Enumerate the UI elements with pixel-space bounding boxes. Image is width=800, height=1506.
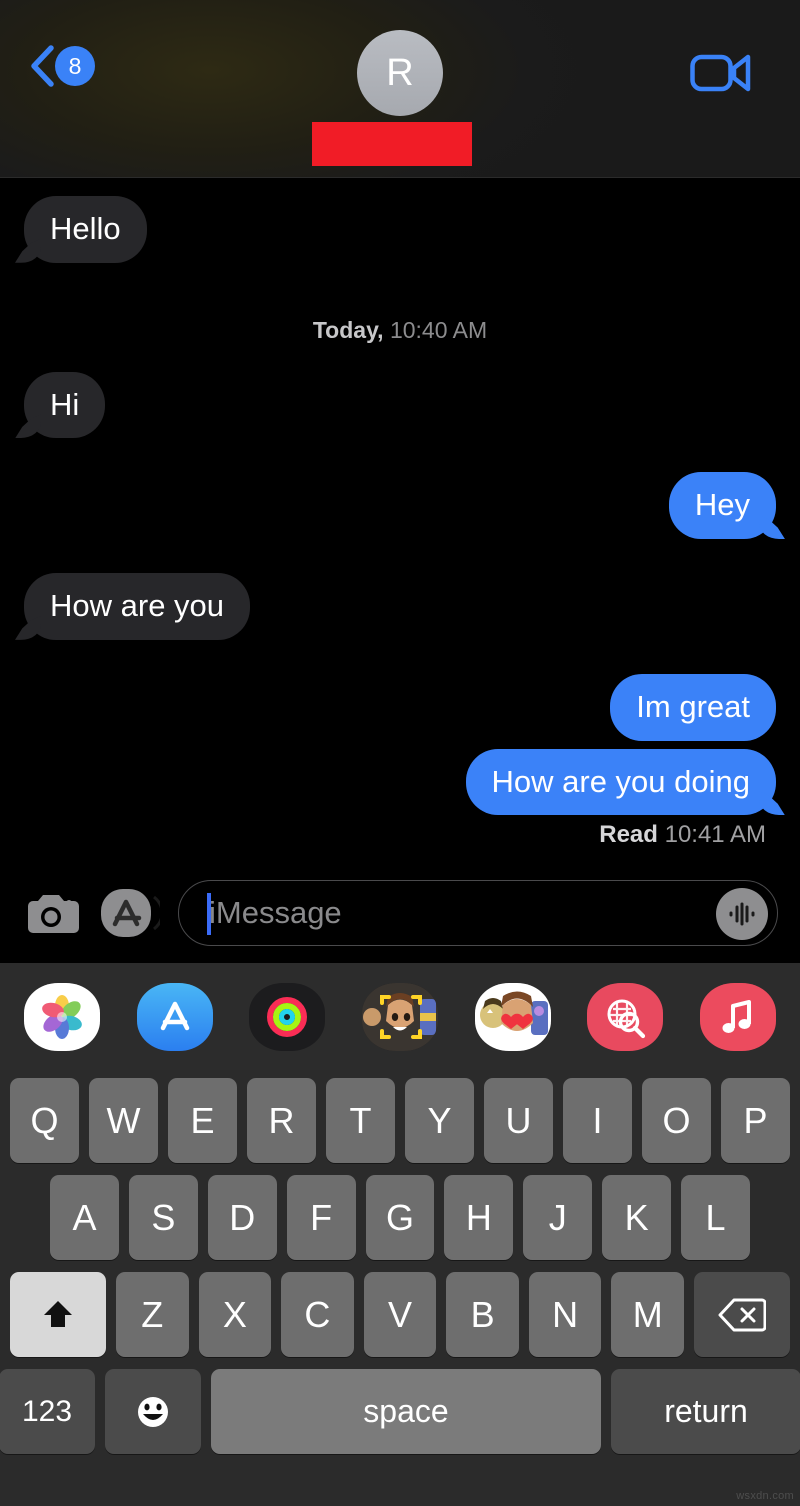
key-p[interactable]: P: [721, 1078, 790, 1163]
key-o[interactable]: O: [642, 1078, 711, 1163]
chevron-left-icon: [31, 45, 54, 87]
audio-message-button[interactable]: [716, 888, 768, 940]
facetime-video-button[interactable]: [690, 52, 752, 99]
message-bubble-outgoing[interactable]: Im great: [610, 673, 776, 741]
key-t[interactable]: T: [326, 1078, 395, 1163]
images-search-app-icon[interactable]: [587, 982, 664, 1051]
key-x[interactable]: X: [198, 1272, 272, 1357]
key-d[interactable]: D: [207, 1175, 277, 1260]
key-v[interactable]: V: [363, 1272, 437, 1357]
key-j[interactable]: J: [523, 1175, 593, 1260]
avatar: R: [357, 30, 443, 116]
key-b[interactable]: B: [446, 1272, 519, 1357]
shift-arrow-icon: [43, 1300, 72, 1327]
audio-waveform-icon: [729, 902, 755, 926]
memoji-app-icon[interactable]: [361, 982, 438, 1051]
key-s[interactable]: S: [128, 1175, 198, 1260]
message-bubble-incoming[interactable]: How are you: [24, 573, 251, 640]
redacted-contact-name: [312, 122, 472, 166]
key-c[interactable]: C: [281, 1272, 354, 1357]
imessage-app-drawer: [0, 963, 800, 1070]
message-row: How are you: [0, 573, 800, 640]
video-camera-icon: [690, 54, 751, 92]
messages-screen: 8 R Hello Today, 10:40 AM Hi Hey How are…: [0, 0, 800, 1506]
app-store-button[interactable]: [98, 885, 160, 941]
app-store-app-icon[interactable]: [136, 982, 213, 1051]
message-row: How are you doing: [0, 748, 800, 816]
keyboard-row-1: Q W E R T Y U I O P: [5, 1078, 795, 1163]
message-bubble-incoming[interactable]: Hi: [24, 371, 106, 439]
key-i[interactable]: I: [563, 1078, 632, 1163]
images-search-icon: [607, 999, 646, 1038]
key-l[interactable]: L: [681, 1175, 751, 1260]
key-y[interactable]: Y: [405, 1078, 474, 1163]
thread-timestamp: Today, 10:40 AM: [0, 307, 800, 354]
on-screen-keyboard: Q W E R T Y U I O P A S D F G H J K L Z …: [0, 1070, 800, 1506]
keyboard-row-3: Z X C V B N M: [5, 1272, 795, 1357]
unread-count-badge: 8: [55, 46, 95, 86]
message-thread[interactable]: Hello Today, 10:40 AM Hi Hey How are you…: [0, 178, 800, 863]
key-k[interactable]: K: [602, 1175, 672, 1260]
back-button[interactable]: 8: [30, 45, 95, 87]
music-note-icon: [722, 999, 751, 1033]
camera-button[interactable]: [22, 889, 80, 937]
message-input-field[interactable]: iMessage: [178, 880, 778, 946]
app-store-icon: [101, 889, 160, 937]
read-receipt-time: 10:41 AM: [664, 821, 766, 849]
keyboard-row-4: 123 space return: [0, 1369, 800, 1454]
space-key[interactable]: space: [211, 1369, 601, 1454]
key-w[interactable]: W: [89, 1078, 158, 1163]
message-input-bar: iMessage: [0, 863, 800, 963]
message-input-placeholder: iMessage: [209, 895, 342, 930]
emoji-key[interactable]: [105, 1369, 201, 1454]
key-a[interactable]: A: [50, 1175, 119, 1260]
emoji-smiley-icon: [138, 1396, 168, 1427]
keyboard-row-2: A S D F G H J K L: [5, 1175, 795, 1260]
apple-music-app-icon[interactable]: [699, 982, 776, 1051]
key-r[interactable]: R: [247, 1078, 316, 1163]
message-bubble-incoming[interactable]: Hello: [24, 196, 147, 263]
key-z[interactable]: Z: [115, 1272, 189, 1357]
key-m[interactable]: M: [611, 1272, 685, 1357]
text-caret: [207, 893, 211, 935]
fitness-app-icon[interactable]: [249, 982, 326, 1051]
read-receipt-label: Read: [599, 821, 658, 849]
timestamp-day: Today,: [312, 316, 384, 343]
memoji-capture-icon: [361, 982, 438, 1051]
camera-icon: [28, 895, 79, 933]
key-h[interactable]: H: [444, 1175, 514, 1260]
key-e[interactable]: E: [168, 1078, 237, 1163]
key-f[interactable]: F: [286, 1175, 356, 1260]
conversation-header: 8 R: [0, 0, 800, 178]
key-u[interactable]: U: [484, 1078, 553, 1163]
app-store-a-icon: [160, 1001, 189, 1030]
photos-app-icon[interactable]: [24, 982, 100, 1051]
memoji-stickers-icon: [479, 991, 548, 1035]
return-key[interactable]: return: [611, 1369, 800, 1454]
message-row: Hey: [0, 472, 800, 540]
photos-pinwheel-icon: [42, 994, 82, 1039]
backspace-key[interactable]: [694, 1272, 791, 1357]
backspace-icon: [718, 1298, 767, 1331]
watermark: wsxdn.com: [736, 1490, 794, 1502]
contact-header[interactable]: R: [357, 30, 443, 116]
key-n[interactable]: N: [528, 1272, 602, 1357]
message-row: Hello: [0, 196, 800, 263]
key-g[interactable]: G: [365, 1175, 435, 1260]
numbers-key[interactable]: 123: [0, 1369, 95, 1454]
shift-key[interactable]: [9, 1272, 106, 1357]
message-bubble-outgoing[interactable]: Hey: [668, 472, 776, 540]
read-receipt: Read 10:41 AM: [0, 815, 800, 849]
timestamp-time: 10:40 AM: [389, 316, 488, 343]
activity-rings-icon: [267, 996, 308, 1037]
memoji-stickers-app-icon[interactable]: [474, 982, 551, 1051]
key-q[interactable]: Q: [10, 1078, 79, 1163]
message-row: Hi: [0, 371, 800, 439]
message-bubble-outgoing[interactable]: How are you doing: [465, 748, 776, 816]
message-row: Im great: [0, 673, 800, 741]
